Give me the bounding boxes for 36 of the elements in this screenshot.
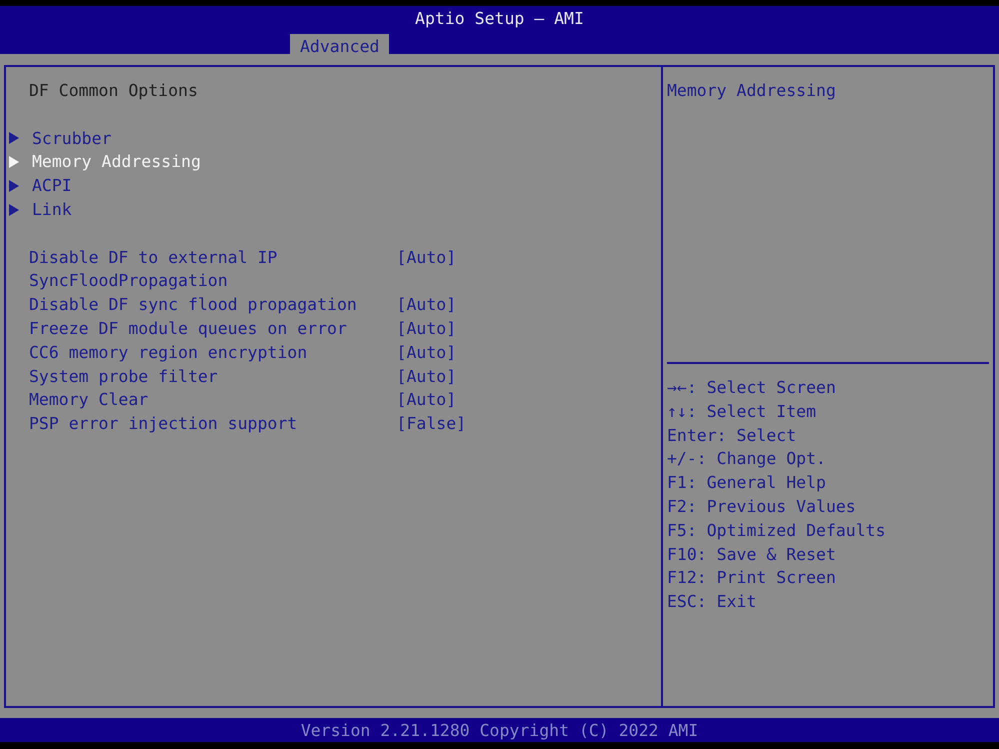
key-hint: ESC: Exit (667, 592, 756, 612)
key-hint: F10: Save & Reset (667, 544, 836, 564)
triangle-icon (9, 204, 19, 216)
key-hint: +/-: Change Opt. (667, 449, 826, 468)
setting-label: CC6 memory region encryption (29, 342, 308, 364)
key-hint: F1: General Help (667, 473, 826, 492)
setting-value[interactable]: [False] (396, 412, 466, 436)
key-hint: F12: Print Screen (667, 568, 836, 588)
help-description: Memory Addressing (667, 81, 836, 100)
triangle-icon (9, 180, 19, 192)
submenu-item[interactable]: ACPI (6, 174, 72, 198)
key-hint: F2: Previous Values (667, 496, 856, 516)
version-text: Version 2.21.1280 Copyright (C) 2022 AMI (300, 721, 698, 740)
window-title: Aptio Setup – AMI (415, 9, 584, 29)
setting-value[interactable]: [Auto] (396, 293, 456, 317)
key-hint: Enter: Select (667, 426, 796, 445)
setting-value[interactable]: [Auto] (396, 246, 456, 270)
submenu-item[interactable]: Memory Addressing (6, 150, 201, 174)
triangle-icon (9, 132, 19, 144)
key-hint: ↑↓: Select Item (667, 402, 816, 421)
triangle-icon (9, 156, 19, 168)
setting-label: System probe filter (29, 366, 219, 388)
setting-value[interactable]: [Auto] (396, 340, 456, 365)
page-heading: DF Common Options (29, 80, 198, 102)
submenu-item[interactable]: Link (6, 198, 72, 222)
setting-label: Disable DF sync flood propagation (29, 294, 358, 316)
setting-label: Memory Clear (29, 389, 150, 412)
setting-value[interactable]: [Auto] (396, 316, 456, 341)
submenu-item[interactable]: Scrubber (6, 126, 112, 150)
setting-value[interactable]: [Auto] (396, 364, 456, 388)
setting-label: PSP error injection support (29, 413, 298, 436)
key-hint: →←: Select Screen (667, 378, 836, 397)
setting-value[interactable]: [Auto] (396, 388, 456, 412)
setting-label: Disable DF to external IP SyncFloodPropagation (29, 246, 278, 292)
setting-label: Freeze DF module queues on error (29, 318, 348, 340)
key-hint: F5: Optimized Defaults (667, 520, 886, 540)
